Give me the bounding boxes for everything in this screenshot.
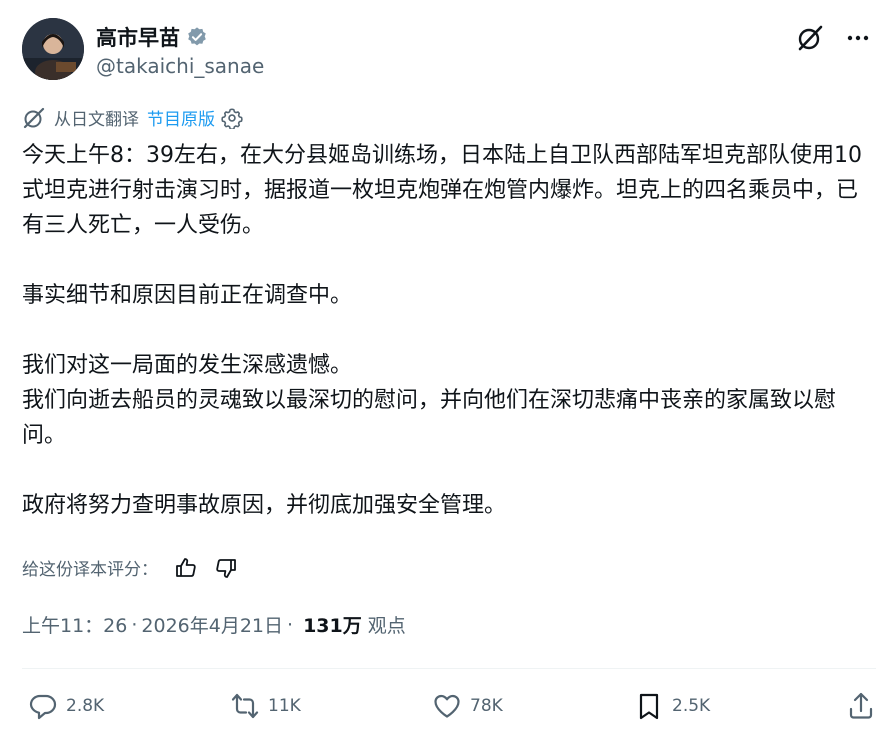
show-original-link[interactable]: 节目原版 [147,105,215,130]
tweet-paragraph: 政府将努力查明事故原因，并彻底加强安全管理。 [22,493,507,518]
more-icon[interactable] [844,24,872,52]
bookmark-count: 2.5K [672,696,711,716]
translation-notice: 从日文翻译 节目原版 [22,105,243,130]
tweet-meta: 上午11：26 · 2026年4月21日 · 131万 观点 [22,611,406,638]
repost-count: 11K [268,696,301,716]
thumbs-up-icon[interactable] [174,556,198,580]
meta-separator: · [131,613,138,636]
reply-button[interactable]: 2.8K [28,684,104,728]
tweet-date[interactable]: 2026年4月21日 [141,611,283,638]
like-count: 78K [470,696,503,716]
rate-translation: 给这份译本评分： [22,555,238,580]
views-label: 观点 [367,615,406,637]
meta-separator: · [287,613,294,636]
verified-badge-icon [186,26,208,48]
action-bar: 2.8K 11K 78K 2.5K [22,684,876,728]
grok-icon[interactable] [796,24,824,52]
divider [22,668,876,669]
rate-translation-label: 给这份译本评分： [22,560,158,580]
name-row: 高市早苗 [96,22,208,52]
bookmark-button[interactable]: 2.5K [634,684,710,728]
share-icon[interactable] [846,691,876,721]
like-icon [432,691,462,721]
translate-icon [22,106,46,130]
tweet-paragraph: 我们对这一局面的发生深感遗憾。 [22,353,353,378]
display-name[interactable]: 高市早苗 [96,22,180,52]
tweet-paragraph: 今天上午8：39左右，在大分县姬岛训练场，日本陆上自卫队西部陆军坦克部队使用10… [22,143,862,238]
header-actions [796,24,872,52]
thumbs-down-icon[interactable] [214,556,238,580]
translation-label: 从日文翻译 [54,110,139,130]
views-count: 131万 [303,615,362,637]
gear-icon[interactable] [221,107,243,130]
reply-icon [28,691,58,721]
tweet-time[interactable]: 上午11：26 [22,611,127,638]
tweet-text: 今天上午8：39左右，在大分县姬岛训练场，日本陆上自卫队西部陆军坦克部队使用10… [22,138,872,523]
avatar[interactable] [22,18,84,80]
reply-count: 2.8K [66,696,105,716]
tweet-paragraph: 我们向逝去船员的灵魂致以最深切的慰问，并向他们在深切悲痛中丧亲的家属致以慰问。 [22,388,837,448]
bookmark-icon [634,691,664,721]
tweet-header: 高市早苗 @takaichi_sanae [22,18,872,82]
repost-button[interactable]: 11K [230,684,301,728]
handle[interactable]: @takaichi_sanae [96,54,264,78]
tweet-paragraph: 事实细节和原因目前正在调查中。 [22,283,353,308]
like-button[interactable]: 78K [432,684,503,728]
repost-icon [230,691,260,721]
